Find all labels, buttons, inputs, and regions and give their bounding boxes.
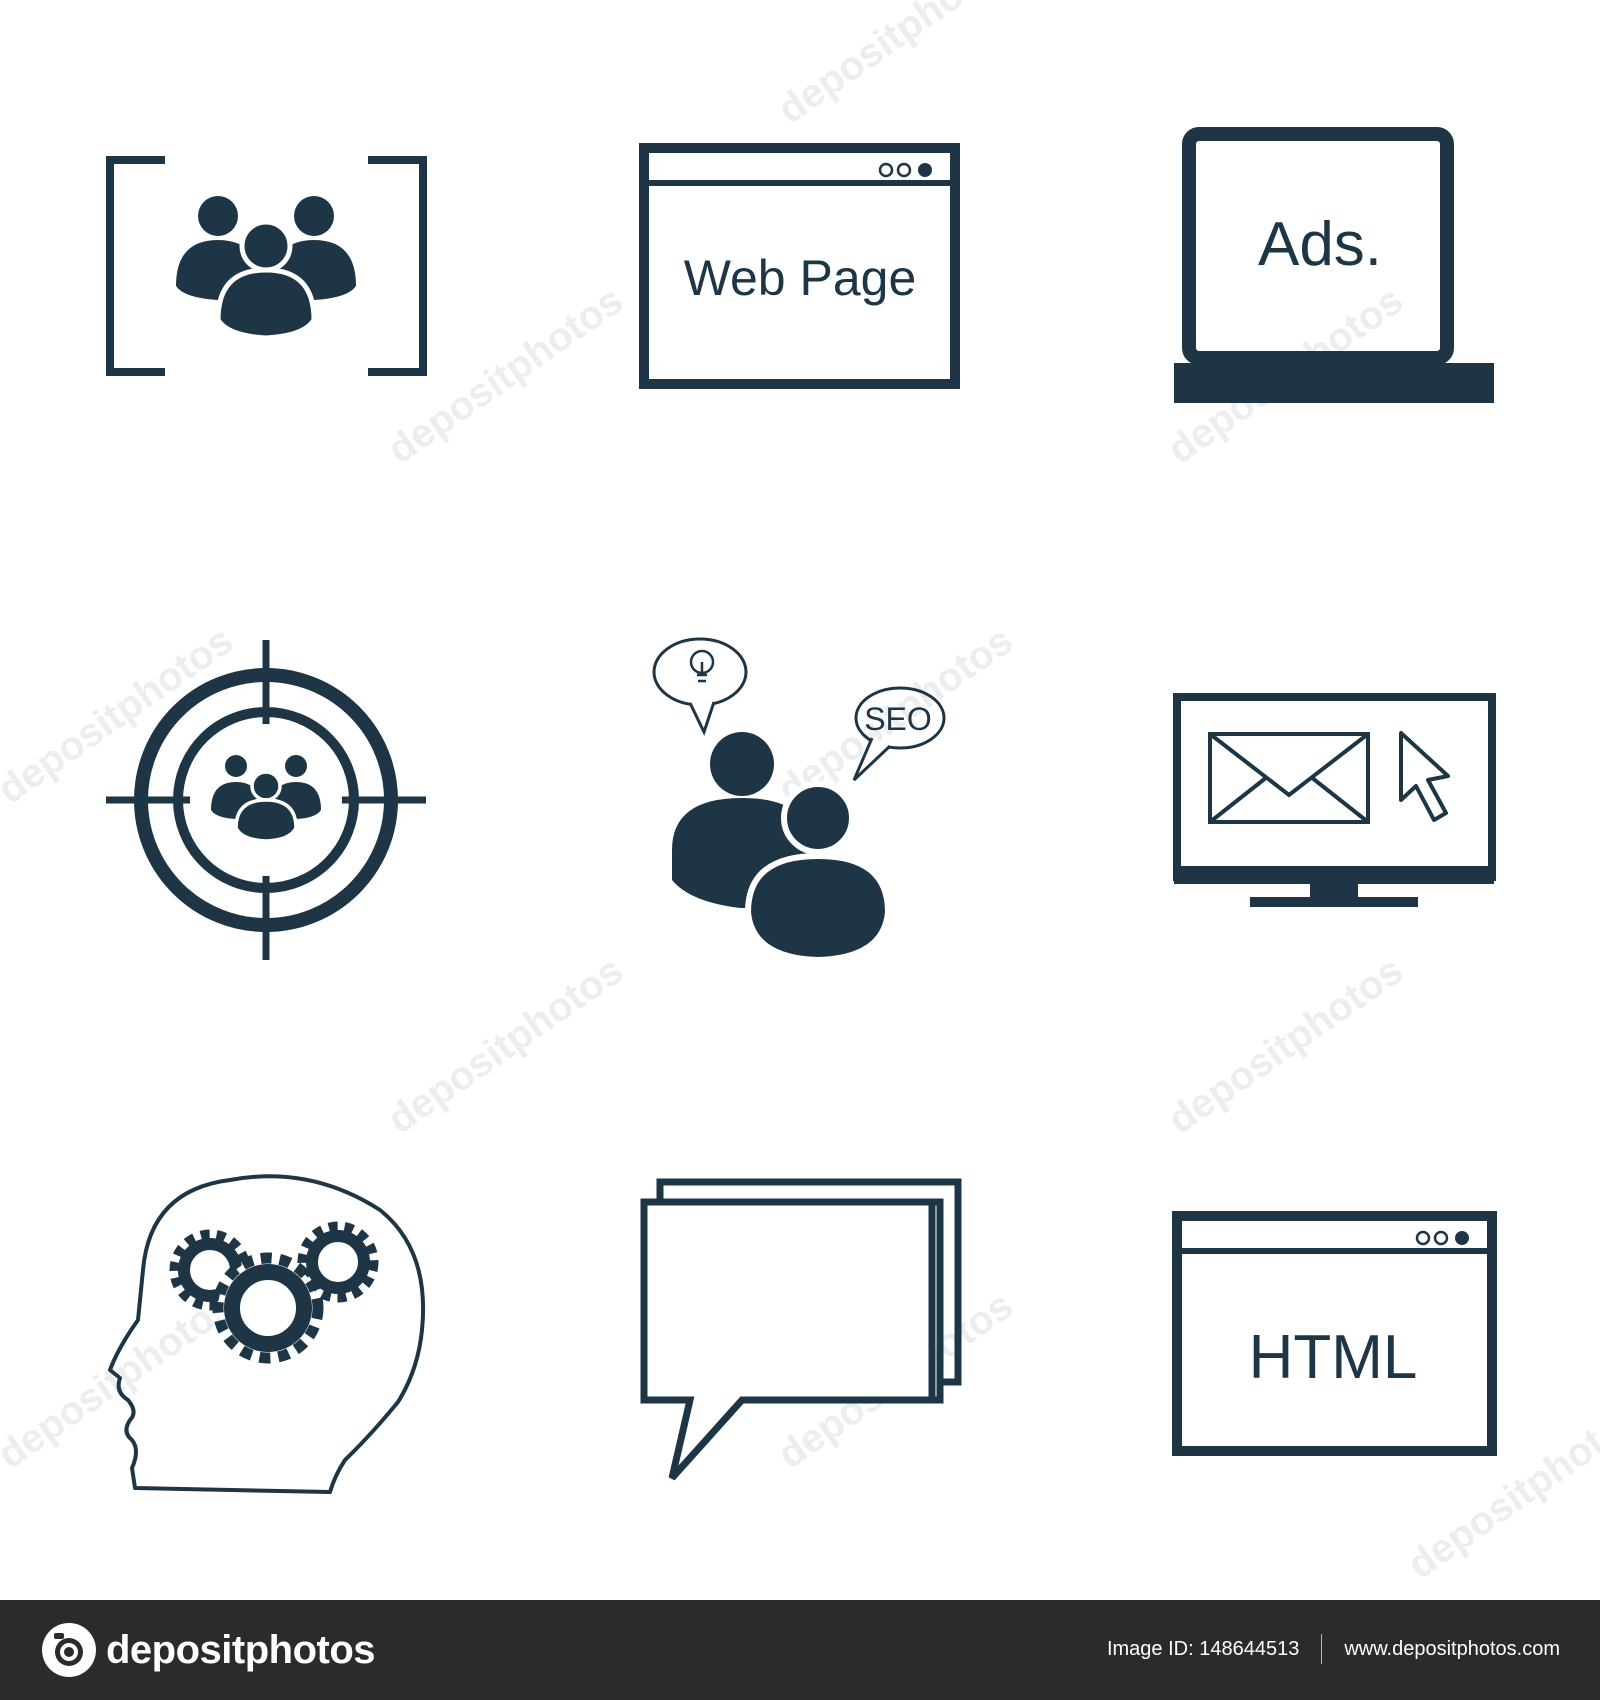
watermark-text: depositphotos [770, 0, 1021, 132]
focus-group-icon [106, 156, 427, 376]
laptop-ads-icon: Ads. [1174, 127, 1494, 403]
lightbulb-icon [689, 649, 715, 683]
image-id: Image ID: 148644513 [1107, 1634, 1299, 1664]
seo-consulting-icon: SEO [652, 637, 946, 964]
stock-image-page: depositphotos depositphotos depositphoto… [0, 0, 1600, 1700]
html-label: HTML [1249, 1323, 1418, 1392]
laptop-ads-label: Ads. [1258, 210, 1382, 279]
icon-set-canvas: depositphotos depositphotos depositphoto… [0, 0, 1600, 1587]
website-link[interactable]: www.depositphotos.com [1344, 1634, 1560, 1664]
gear-icon [212, 1252, 324, 1364]
brand-name: depositphotos [106, 1628, 376, 1672]
footer-divider [1321, 1634, 1323, 1664]
image-id-label: Image ID: [1106, 1638, 1194, 1660]
camera-logo-icon [42, 1623, 96, 1677]
footer-info: Image ID: 148644513 www.depositphotos.co… [1107, 1634, 1560, 1664]
image-id-value: 148644513 [1199, 1638, 1300, 1660]
email-marketing-icon [1173, 693, 1496, 907]
seo-label: SEO [864, 701, 932, 737]
web-page-icon: Web Page [639, 143, 960, 389]
watermark-text: depositphotos [1160, 948, 1411, 1142]
watermark-text: depositphotos [1400, 1393, 1600, 1587]
cursor-icon [1399, 731, 1450, 822]
envelope-icon [1208, 732, 1370, 824]
footer-bar: depositphotos Image ID: 148644513 www.de… [0, 1600, 1600, 1700]
web-page-label: Web Page [684, 250, 917, 306]
html-window-icon: HTML [1172, 1211, 1497, 1456]
watermark-text: depositphotos [380, 948, 631, 1142]
